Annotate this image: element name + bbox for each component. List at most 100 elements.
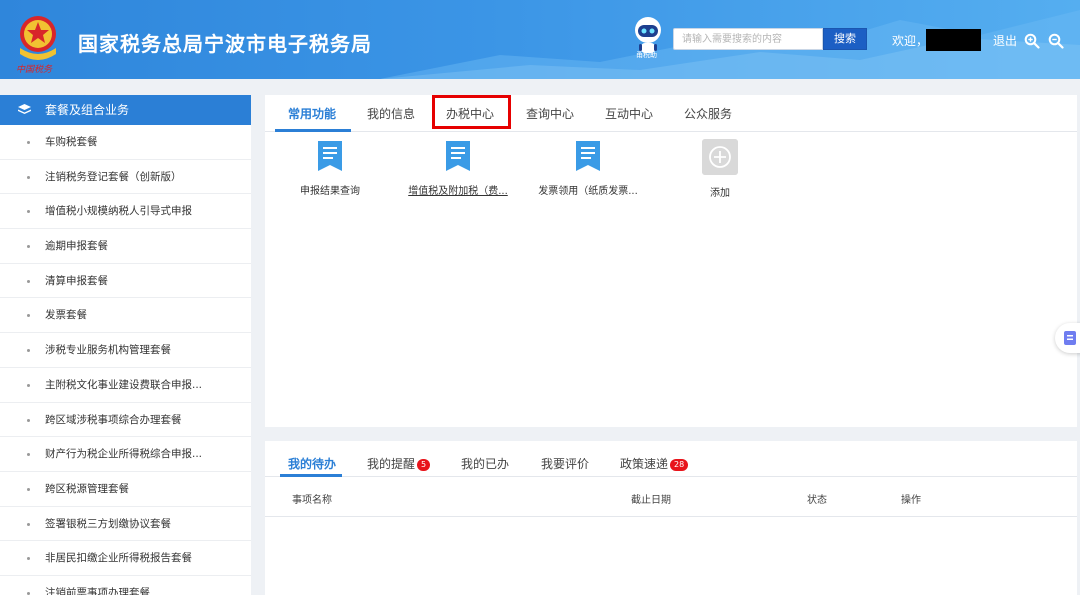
- function-tile[interactable]: 申报结果查询: [265, 139, 395, 197]
- emblem-script-text: 中国税务: [16, 65, 53, 75]
- column-header-deadline: 截止日期: [631, 495, 671, 506]
- sidebar-item[interactable]: 非居民扣缴企业所得税报告套餐: [0, 541, 251, 576]
- sidebar-item[interactable]: 车购税套餐: [0, 125, 251, 160]
- count-badge: 5: [417, 459, 431, 471]
- sidebar-item-label: 清算申报套餐: [45, 274, 108, 287]
- sidebar-item[interactable]: 跨区税源管理套餐: [0, 472, 251, 507]
- tab-label: 我的提醒: [367, 457, 416, 471]
- bullet-icon: [27, 141, 30, 144]
- bottom-tab-bar: 我的待办 我的提醒 5 我的已办 我要评价 政策速递 28: [265, 441, 1077, 477]
- table-header: 事项名称 截止日期 状态 操作: [265, 477, 1077, 517]
- bullet-icon: [27, 557, 30, 561]
- sidebar-item-label: 非居民扣缴企业所得税报告套餐: [45, 552, 192, 565]
- robot-assistant-label: 甬税助: [636, 51, 657, 59]
- tab-public-service[interactable]: 公众服务: [684, 105, 732, 122]
- tab-policy-express[interactable]: 政策速递 28: [620, 455, 689, 472]
- column-header-item-name: 事项名称: [292, 495, 332, 506]
- tab-my-completed[interactable]: 我的已办: [461, 455, 509, 472]
- tab-interaction-center[interactable]: 互动中心: [605, 105, 653, 122]
- tab-label: 我要评价: [541, 457, 590, 471]
- bullet-icon: [27, 210, 30, 214]
- sidebar-item[interactable]: 财产行为税企业所得税综合申报...: [0, 437, 251, 472]
- function-label: 增值税及附加税（费...: [408, 186, 508, 197]
- redacted-username: [926, 29, 981, 51]
- document-icon: [446, 141, 470, 171]
- document-icon: [576, 141, 600, 171]
- sidebar-item-label: 主附税文化事业建设费联合申报...: [45, 378, 203, 391]
- header-bar: 中国税务 国家税务总局宁波市电子税务局 甬税助 搜索 欢迎， 退出: [0, 0, 1080, 79]
- column-header-actions: 操作: [901, 495, 921, 506]
- sidebar-item-label: 签署银税三方划缴协议套餐: [45, 517, 171, 530]
- sidebar-item[interactable]: 签署银税三方划缴协议套餐: [0, 507, 251, 542]
- common-functions-panel: 常用功能 我的信息 办税中心 查询中心 互动中心 公众服务 申报结果查询 增值税…: [265, 95, 1077, 427]
- sidebar-item[interactable]: 清算申报套餐: [0, 264, 251, 299]
- tab-my-reminders[interactable]: 我的提醒 5: [367, 455, 431, 472]
- sidebar-item-label: 注销税务登记套餐（创新版）: [45, 170, 182, 183]
- layers-icon: [18, 104, 31, 114]
- sidebar-item[interactable]: 注销税务登记套餐（创新版）: [0, 160, 251, 195]
- sidebar-item[interactable]: 主附税文化事业建设费联合申报...: [0, 368, 251, 403]
- zoom-in-icon[interactable]: [1024, 33, 1040, 49]
- tab-label: 我的已办: [461, 457, 510, 471]
- document-icon: [318, 141, 342, 171]
- tax-emblem-icon: [20, 16, 56, 60]
- bullet-icon: [27, 418, 30, 422]
- bullet-icon: [27, 591, 30, 595]
- sidebar: 套餐及组合业务 车购税套餐 注销税务登记套餐（创新版） 增值税小规模纳税人引导式…: [0, 95, 251, 595]
- bullet-icon: [27, 245, 30, 249]
- sidebar-title: 套餐及组合业务: [45, 103, 130, 117]
- bullet-icon: [27, 314, 30, 318]
- welcome-text: 欢迎，: [892, 34, 929, 48]
- tab-label: 政策速递: [620, 457, 669, 471]
- search-input[interactable]: [673, 28, 823, 50]
- logout-link[interactable]: 退出: [993, 32, 1017, 49]
- sidebar-item[interactable]: 涉税专业服务机构管理套餐: [0, 333, 251, 368]
- sidebar-item-label: 注销前票事项办理套餐: [45, 586, 150, 595]
- tab-evaluate[interactable]: 我要评价: [541, 455, 589, 472]
- todo-panel: 我的待办 我的提醒 5 我的已办 我要评价 政策速递 28 事项名称 截止日期 状态…: [265, 441, 1077, 595]
- sidebar-item[interactable]: 增值税小规模纳税人引导式申报: [0, 194, 251, 230]
- tab-query-center[interactable]: 查询中心: [526, 105, 574, 122]
- bullet-icon: [27, 279, 30, 283]
- sidebar-item-label: 财产行为税企业所得税综合申报...: [45, 448, 203, 461]
- plus-icon: [702, 139, 738, 175]
- tab-my-info[interactable]: 我的信息: [367, 105, 415, 122]
- site-title: 国家税务总局宁波市电子税务局: [78, 32, 372, 56]
- sidebar-item-label: 跨区税源管理套餐: [45, 482, 129, 495]
- sidebar-item[interactable]: 跨区域涉税事项综合办理套餐: [0, 403, 251, 438]
- bullet-icon: [27, 383, 30, 387]
- sidebar-header[interactable]: 套餐及组合业务: [0, 95, 251, 125]
- search-button[interactable]: 搜索: [823, 28, 867, 50]
- sidebar-item-label: 涉税专业服务机构管理套餐: [45, 344, 171, 357]
- sidebar-item-label: 车购税套餐: [45, 136, 98, 148]
- floating-side-tab[interactable]: [1055, 323, 1080, 353]
- function-tile[interactable]: 发票领用（纸质发票...: [523, 139, 653, 197]
- tab-label: 我的待办: [288, 457, 337, 471]
- bullet-icon: [27, 522, 30, 526]
- sidebar-item-label: 逾期申报套餐: [45, 240, 108, 253]
- add-function-tile[interactable]: 添加: [655, 139, 785, 199]
- function-label: 发票领用（纸质发票...: [538, 186, 638, 197]
- note-icon: [1064, 331, 1076, 345]
- column-header-status: 状态: [807, 495, 827, 506]
- active-tab-indicator: [275, 129, 351, 132]
- top-tab-bar: 常用功能 我的信息 办税中心 查询中心 互动中心 公众服务: [265, 95, 1077, 132]
- bullet-icon: [27, 453, 30, 457]
- bullet-icon: [27, 349, 30, 353]
- highlight-annotation-box: [432, 95, 511, 129]
- function-label: 添加: [710, 188, 730, 199]
- sidebar-item[interactable]: 发票套餐: [0, 298, 251, 334]
- sidebar-item[interactable]: 逾期申报套餐: [0, 229, 251, 264]
- sidebar-item[interactable]: 注销前票事项办理套餐: [0, 576, 251, 595]
- tab-common-functions[interactable]: 常用功能: [288, 105, 336, 122]
- function-label: 申报结果查询: [300, 186, 360, 197]
- zoom-out-icon[interactable]: [1048, 33, 1064, 49]
- bullet-icon: [27, 175, 30, 179]
- tab-my-todo[interactable]: 我的待办: [288, 455, 336, 472]
- bullet-icon: [27, 487, 30, 491]
- sidebar-item-label: 跨区域涉税事项综合办理套餐: [45, 413, 182, 426]
- sidebar-item-label: 增值税小规模纳税人引导式申报: [45, 205, 192, 218]
- count-badge: 28: [670, 459, 689, 471]
- function-tile[interactable]: 增值税及附加税（费...: [393, 139, 523, 197]
- sidebar-item-label: 发票套餐: [45, 309, 87, 322]
